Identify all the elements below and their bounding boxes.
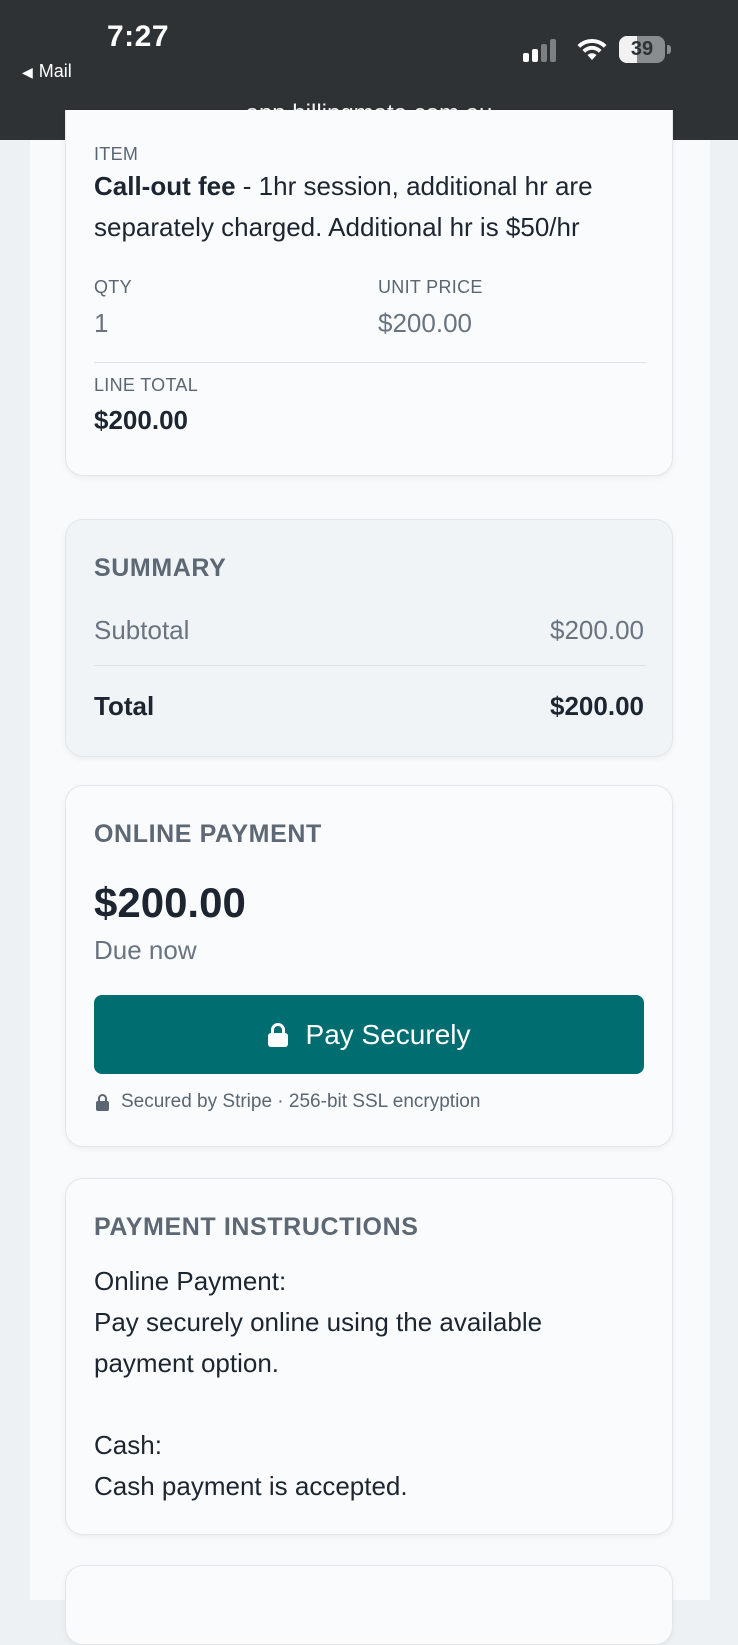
due-text: Due now [94,935,197,965]
online-instruction-text: Pay securely online using the available … [94,1307,543,1378]
summary-card: SUMMARY Subtotal $200.00 Total $200.00 [65,519,673,757]
cash-instruction-text: Cash payment is accepted. [94,1471,408,1501]
line-item-card: ITEM Call-out fee - 1hr session, additio… [65,110,673,476]
amount-due: $200.00 [94,879,246,926]
divider [94,665,646,666]
total-value: $200.00 [550,691,644,721]
back-app-label: Mail [38,61,72,81]
pay-button-label: Pay Securely [305,1018,471,1050]
security-note: Secured by Stripe · 256-bit SSL encrypti… [96,1091,480,1113]
cash-instruction-title: Cash: [94,1430,162,1460]
line-total-value: $200.00 [94,405,188,435]
summary-heading: SUMMARY [94,554,227,582]
qty-label: QTY [94,277,132,297]
online-payment-heading: ONLINE PAYMENT [94,820,322,848]
online-payment-card: ONLINE PAYMENT $200.00 Due now Pay Secur… [65,785,673,1147]
total-label: Total [94,691,155,721]
battery-icon: 39 [619,36,671,63]
item-description: Call-out fee - 1hr session, additional h… [94,166,639,248]
lock-icon [267,1022,288,1047]
back-to-mail-button[interactable]: ◀ Mail [22,61,72,82]
unit-price-value: $200.00 [378,308,472,338]
item-label: ITEM [94,144,139,164]
subtotal-label: Subtotal [94,615,190,645]
wifi-icon [577,38,607,60]
next-card [65,1565,673,1645]
cellular-signal-icon [523,38,563,62]
unit-price-label: UNIT PRICE [378,277,483,297]
pay-securely-button[interactable]: Pay Securely [94,995,644,1074]
online-instruction-title: Online Payment: [94,1266,287,1296]
subtotal-value: $200.00 [550,615,644,645]
payment-instructions-card: PAYMENT INSTRUCTIONS Online Payment: Pay… [65,1178,673,1535]
payment-instructions-heading: PAYMENT INSTRUCTIONS [94,1213,419,1241]
security-note-text: Secured by Stripe · 256-bit SSL encrypti… [121,1091,481,1112]
status-time: 7:27 [107,20,170,53]
battery-percent: 39 [630,38,654,60]
line-total-label: LINE TOTAL [94,375,199,395]
instructions-body: Online Payment: Pay securely online usin… [94,1261,614,1507]
qty-value: 1 [94,308,109,338]
back-arrow-icon: ◀ [22,64,33,80]
small-lock-icon [96,1093,109,1111]
item-name: Call-out fee [94,171,236,201]
divider [94,362,646,363]
